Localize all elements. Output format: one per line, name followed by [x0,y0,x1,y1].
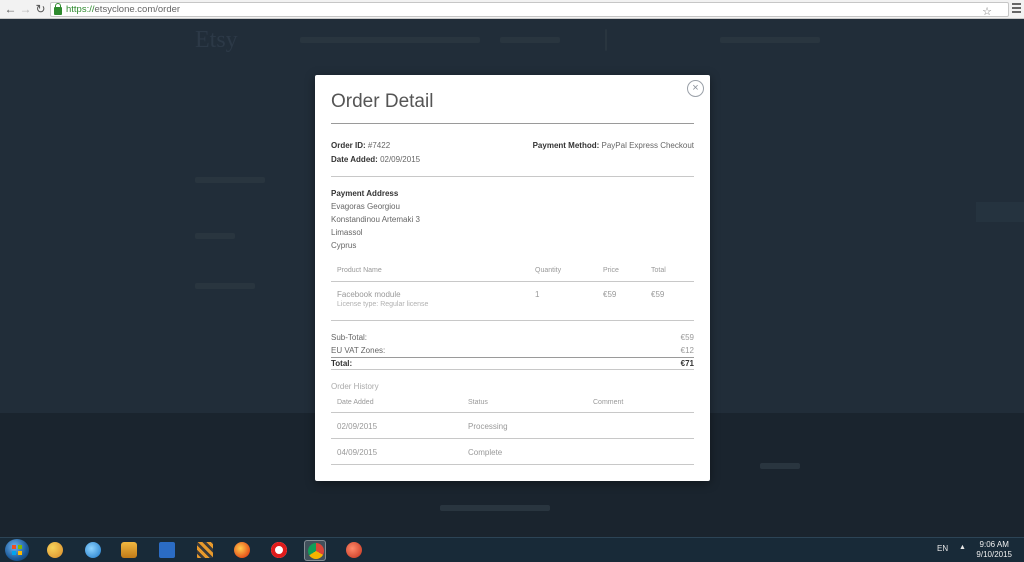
start-button[interactable] [5,539,29,561]
modal-title: Order Detail [331,91,434,112]
pixel-app-icon[interactable] [194,540,216,561]
product-name: Facebook module [337,290,401,299]
product-quantity: 1 [535,290,540,299]
history-date: 04/09/2015 [337,448,378,457]
payment-address-heading: Payment Address [331,189,399,198]
column-header: Product Name [337,267,382,274]
filezilla-icon[interactable] [343,540,365,561]
history-status: Complete [468,448,503,457]
order-id: Order ID: #7422 [331,141,391,150]
language-indicator[interactable]: EN [937,544,948,553]
product-price: €59 [603,290,617,299]
order-history-heading: Order History [331,382,379,391]
total-label: Total: [331,359,353,368]
site-logo: Etsy [195,27,238,53]
internet-explorer-icon[interactable] [82,540,104,561]
total-value: €71 [680,359,694,368]
accessibility-icon[interactable] [156,540,178,561]
column-header: Price [603,267,619,274]
bookmark-star-icon[interactable]: ☆ [982,5,992,18]
order-detail-modal: × Order Detail Order ID: #7422 Date Adde… [315,75,710,481]
background-button [976,202,1024,222]
url-text: https://etsyclone.com/order [66,4,181,15]
browser-menu-icon[interactable] [1012,3,1021,15]
column-header: Quantity [535,267,562,274]
vat-value: €12 [680,346,694,355]
history-status: Processing [468,422,508,431]
column-header: Date Added [337,399,374,406]
product-option: License type: Regular license [337,301,429,308]
back-button[interactable]: ← [3,1,18,18]
reload-button[interactable]: ↻ [33,1,48,18]
product-total: €59 [651,290,665,299]
vat-label: EU VAT Zones: [331,346,386,355]
column-header: Comment [593,399,624,406]
column-header: Total [651,267,666,274]
close-button[interactable]: × [687,80,704,97]
lock-icon [54,2,62,15]
chrome-icon[interactable] [304,540,326,561]
system-clock[interactable]: 9:06 AM 9/10/2015 [976,540,1012,560]
history-date: 02/09/2015 [337,422,378,431]
address-line: Cyprus [331,241,357,250]
paint-icon[interactable] [44,540,66,561]
payment-method: Payment Method: PayPal Express Checkout [532,141,694,150]
media-player-icon[interactable] [118,540,140,561]
address-line: Konstandinou Artemaki 3 [331,215,420,224]
address-bar[interactable]: https://etsyclone.com/order ☆ [50,2,1009,18]
taskbar: EN ▲ 9:06 AM 9/10/2015 [0,537,1024,562]
forward-button[interactable]: → [18,1,33,18]
browser-toolbar: ← → ↻ https://etsyclone.com/order ☆ [0,0,1024,19]
subtotal-label: Sub-Total: [331,333,368,342]
date-added: Date Added: 02/09/2015 [331,155,421,164]
clock-date: 9/10/2015 [976,550,1012,559]
subtotal-value: €59 [680,333,694,342]
clock-time: 9:06 AM [979,540,1009,549]
column-header: Status [468,399,488,406]
address-line: Evagoras Georgiou [331,202,400,211]
address-line: Limassol [331,228,363,237]
tray-expand-icon[interactable]: ▲ [959,544,966,551]
firefox-icon[interactable] [231,540,253,561]
opera-icon[interactable] [268,540,290,561]
